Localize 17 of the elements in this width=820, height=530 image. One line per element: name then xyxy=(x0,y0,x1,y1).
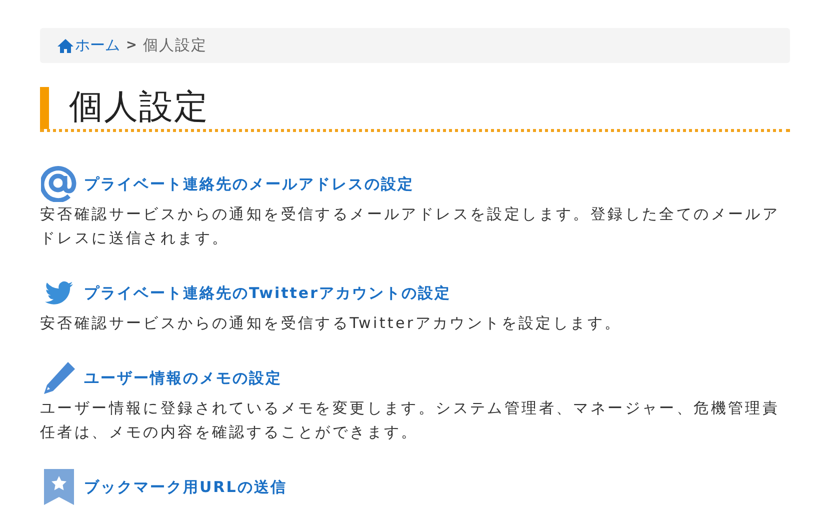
breadcrumb-separator: > xyxy=(126,38,137,53)
setting-link[interactable]: ユーザー情報のメモの設定 xyxy=(84,368,282,388)
pencil-icon xyxy=(41,360,77,396)
breadcrumb-current: 個人設定 xyxy=(142,36,207,55)
setting-description: 安否確認サービスからの通知を受信するメールアドレスを設定します。登録した全てのメールアドレスに送信されます。 xyxy=(40,204,781,249)
bird-icon xyxy=(45,281,73,305)
at-sign-icon xyxy=(41,166,77,202)
bookmark-icon xyxy=(44,469,74,505)
heading-accent-bar xyxy=(40,87,49,129)
setting-description: ユーザー情報に登録されているメモを変更します。システム管理者、マネージャー、危機管理責任者は、メモの内容を確認することができます。 xyxy=(40,398,781,443)
setting-link[interactable]: ブックマーク用URLの送信 xyxy=(84,478,287,496)
setting-description: 安否確認サービスからの通知を受信するTwitterアカウントを設定します。 xyxy=(40,313,623,334)
page-title: 個人設定 xyxy=(69,86,209,129)
setting-link[interactable]: プライベート連絡先のTwitterアカウントの設定 xyxy=(84,284,451,302)
home-icon xyxy=(57,38,74,54)
home-link[interactable]: ホーム xyxy=(57,36,120,55)
setting-link[interactable]: プライベート連絡先のメールアドレスの設定 xyxy=(84,174,414,194)
